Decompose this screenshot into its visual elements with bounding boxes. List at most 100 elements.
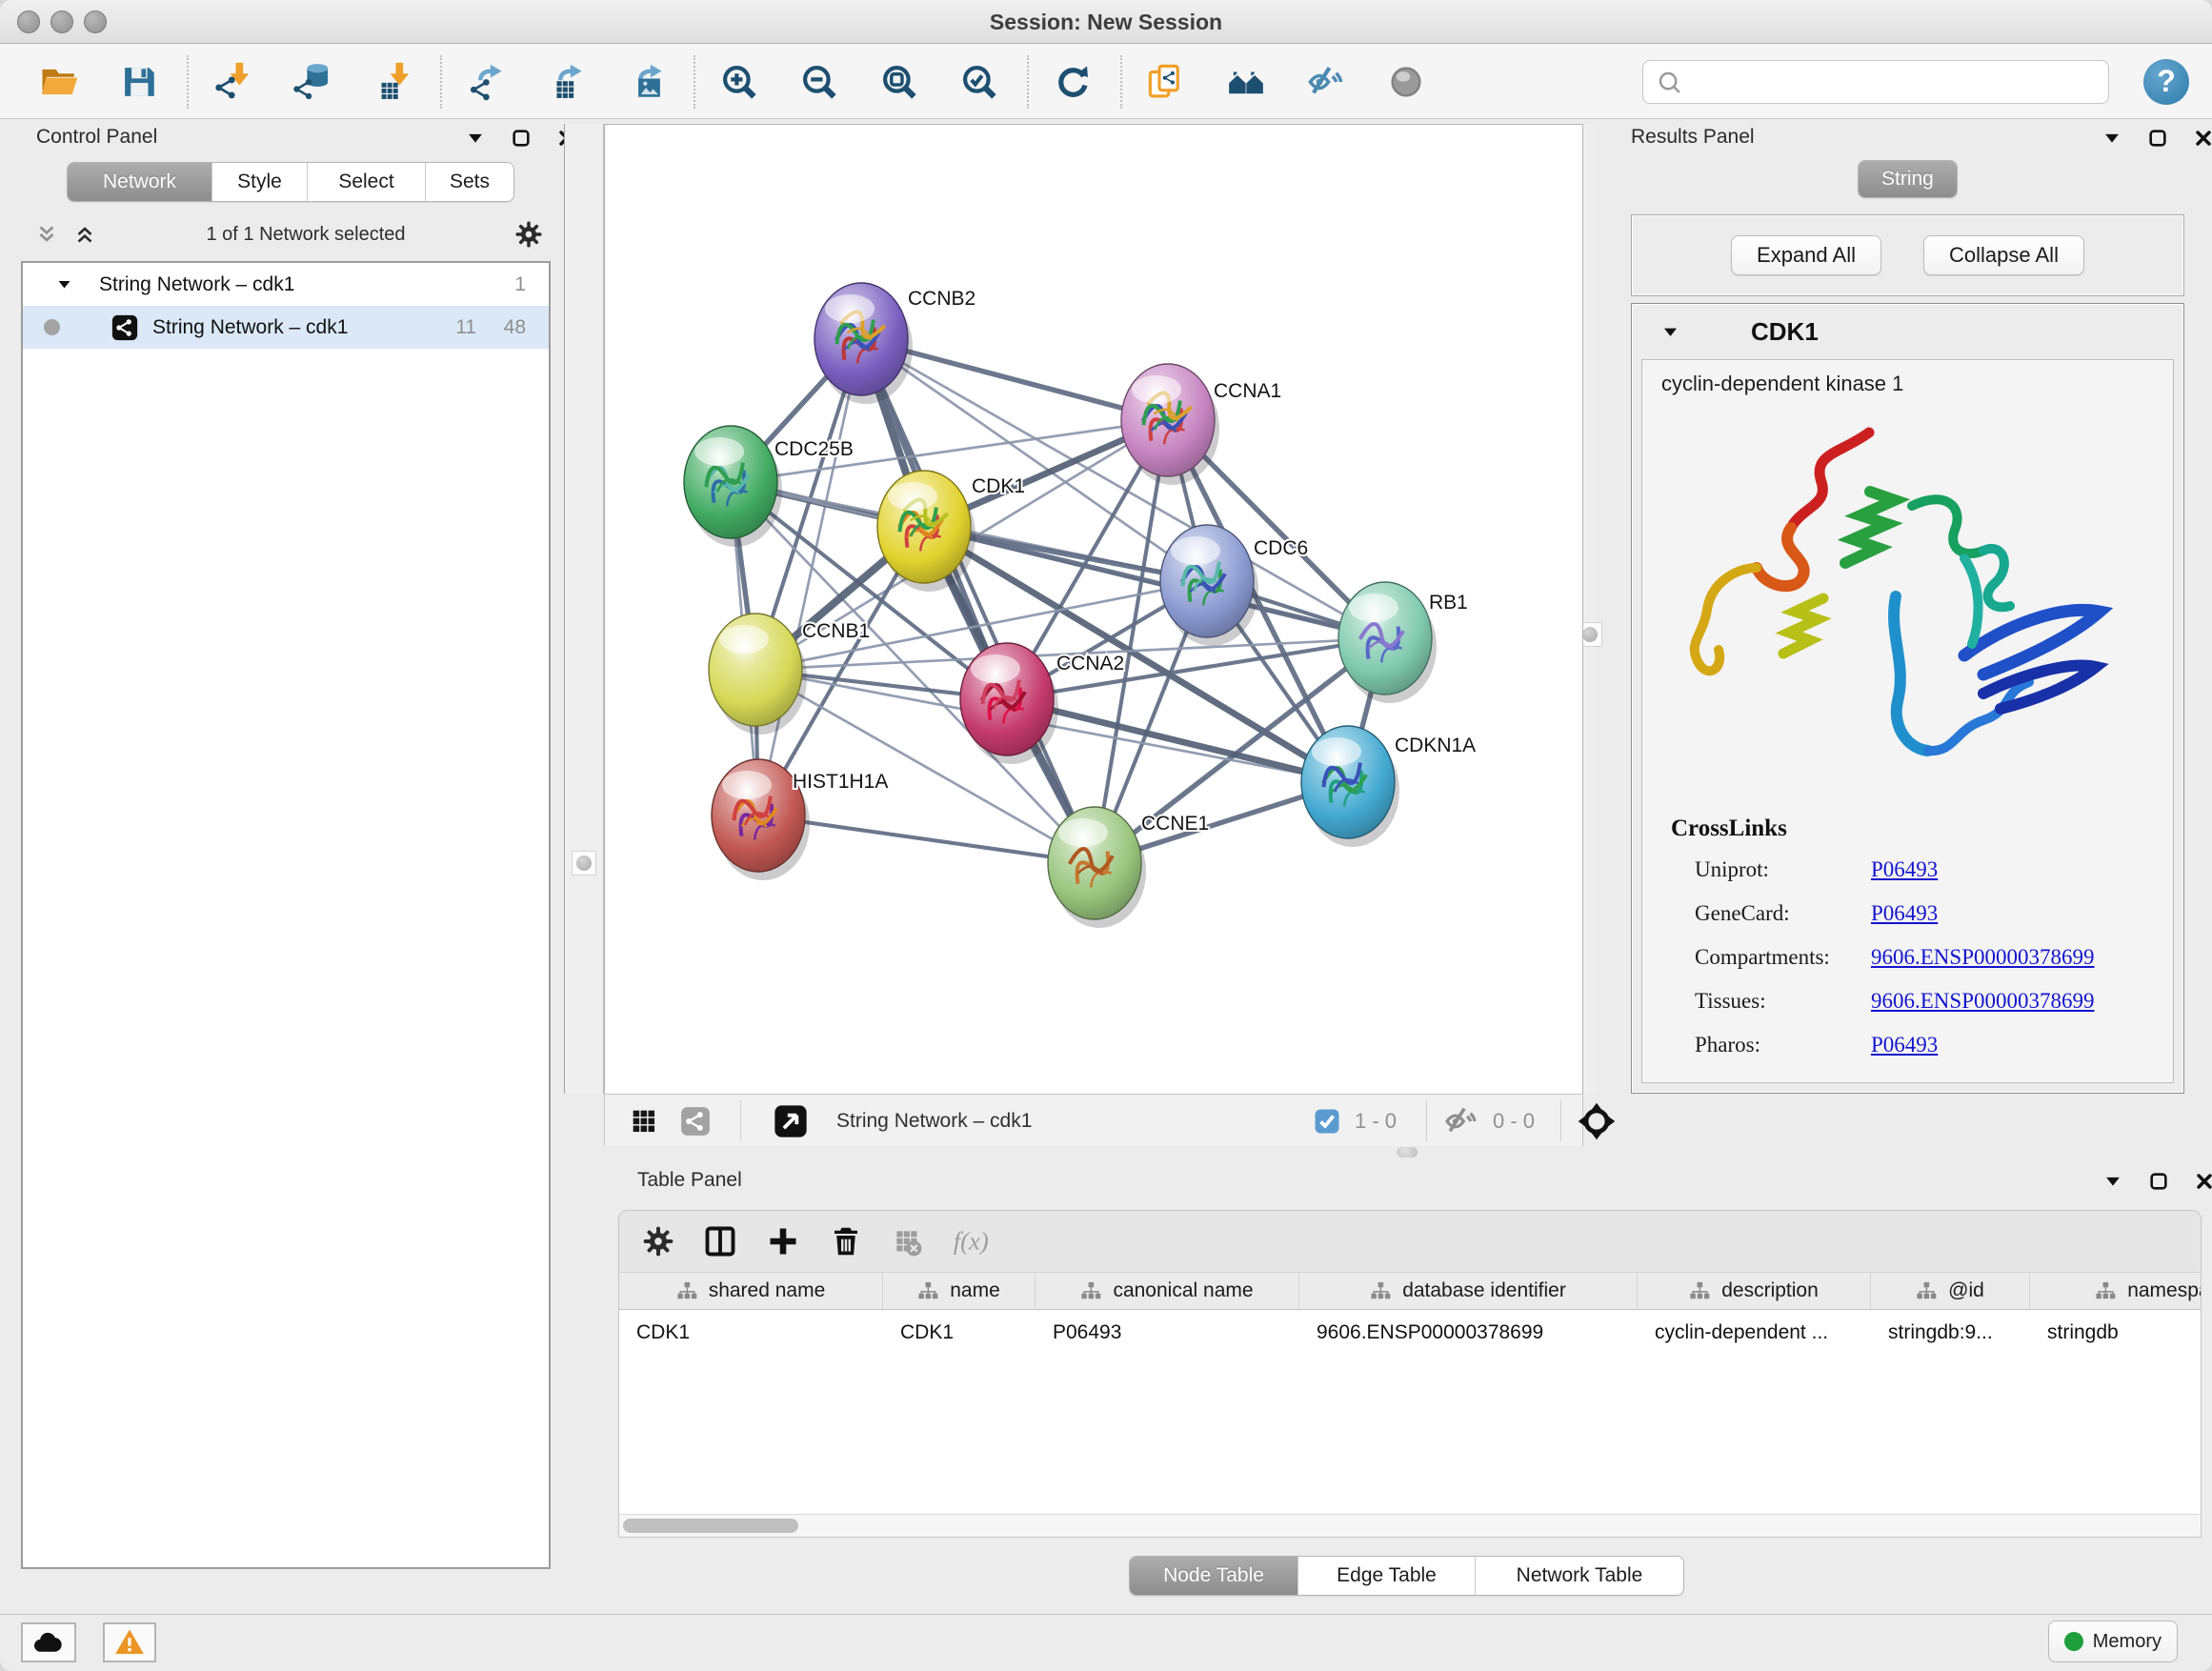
node-CCNB1[interactable]: CCNB1 [709, 614, 870, 735]
node-HIST1H1A[interactable]: HIST1H1A [712, 759, 888, 880]
zoom-selected-button[interactable] [953, 54, 1006, 110]
crosslink-link[interactable]: P06493 [1871, 1033, 1938, 1057]
help-button[interactable]: ? [2143, 59, 2189, 105]
crosslink-link[interactable]: P06493 [1871, 901, 1938, 926]
scrollbar-thumb[interactable] [623, 1519, 798, 1533]
node-CDKN1A[interactable]: CDKN1A [1301, 726, 1476, 847]
network-collection-row[interactable]: String Network – cdk1 1 [23, 263, 549, 306]
memory-button[interactable]: Memory [2048, 1621, 2178, 1662]
network-label: String Network – cdk1 [152, 316, 348, 339]
crosslink-link[interactable]: 9606.ENSP00000378699 [1871, 945, 2095, 970]
column-type-icon [2095, 1280, 2116, 1301]
delete-column-icon[interactable] [829, 1224, 863, 1258]
expand-all-networks-icon[interactable] [72, 222, 97, 247]
warnings-button[interactable] [103, 1622, 156, 1662]
column-header-namespace[interactable]: namespace [2030, 1273, 2202, 1309]
column-header-name[interactable]: name [883, 1273, 1036, 1309]
tab-select[interactable]: Select [308, 163, 426, 201]
table-panel-collapse-icon[interactable] [2102, 1171, 2123, 1192]
import-network-from-database-button[interactable] [286, 54, 339, 110]
network-options-gear-icon[interactable] [514, 220, 543, 249]
open-session-button[interactable] [32, 54, 86, 110]
column-type-icon [917, 1280, 938, 1301]
memory-status-dot [2064, 1632, 2083, 1651]
tab-string[interactable]: String [1859, 161, 1957, 197]
show-all-button[interactable] [1379, 54, 1433, 110]
first-neighbors-button[interactable] [1219, 54, 1273, 110]
birds-eye-view-icon[interactable] [773, 1095, 809, 1147]
tasks-cloud-button[interactable] [21, 1622, 76, 1662]
results-panel-float-icon[interactable] [2147, 128, 2168, 149]
export-image-button[interactable] [619, 54, 673, 110]
tab-node-table[interactable]: Node Table [1130, 1557, 1298, 1595]
collapse-all-networks-icon[interactable] [34, 222, 59, 247]
gene-collapse-triangle-icon[interactable] [1660, 322, 1680, 342]
column-header-database-identifier[interactable]: database identifier [1299, 1273, 1638, 1309]
control-panel-collapse-icon[interactable] [465, 128, 486, 149]
table-row[interactable]: CDK1CDK1P064939606.ENSP00000378699cyclin… [619, 1310, 2201, 1356]
tab-network-table[interactable]: Network Table [1476, 1557, 1683, 1595]
gene-details: cyclin-dependent kinase 1 [1641, 359, 2174, 1083]
right-splitter[interactable] [1583, 124, 1596, 1094]
crosslink-link[interactable]: P06493 [1871, 857, 1938, 882]
results-panel-collapse-icon[interactable] [2101, 128, 2122, 149]
results-panel-close-icon[interactable] [2193, 128, 2212, 149]
hidden-eye-icon[interactable] [1443, 1095, 1479, 1147]
table-cell: stringdb [2030, 1321, 2202, 1344]
tab-style[interactable]: Style [212, 163, 308, 201]
node-label-CCNB1: CCNB1 [802, 620, 870, 642]
node-CCNE1[interactable]: CCNE1 [1048, 807, 1209, 928]
crosslink-link[interactable]: 9606.ENSP00000378699 [1871, 989, 2095, 1014]
zoom-out-button[interactable] [793, 54, 846, 110]
tab-edge-table[interactable]: Edge Table [1298, 1557, 1476, 1595]
refresh-view-button[interactable] [1046, 54, 1099, 110]
svg-text:f(x): f(x) [954, 1226, 989, 1255]
tab-network[interactable]: Network [68, 163, 212, 201]
left-splitter[interactable] [564, 124, 604, 1094]
control-panel-tabs: NetworkStyleSelectSets [67, 162, 514, 202]
edge-CCNB2-CCNE1[interactable] [861, 339, 1095, 863]
table-panel-close-icon[interactable] [2194, 1171, 2212, 1192]
export-network-to-file-button[interactable] [459, 54, 513, 110]
collection-expand-triangle-icon[interactable] [55, 275, 73, 293]
control-panel: Control Panel NetworkStyleSelectSets 1 o… [8, 124, 564, 1591]
network-view-canvas[interactable]: CCNB2 CCNA1 CDC25B CDK1 CDC6 RB1 CCNB1 C… [604, 124, 1583, 1094]
copy-network-button[interactable] [1139, 54, 1193, 110]
grid-view-icon[interactable] [628, 1095, 660, 1147]
import-network-from-file-button[interactable] [206, 54, 259, 110]
table-options-gear-icon[interactable] [642, 1225, 674, 1258]
edge-CCNB2-HIST1H1A[interactable] [758, 339, 861, 815]
column-header-canonical-name[interactable]: canonical name [1036, 1273, 1299, 1309]
network-view-icon[interactable] [679, 1095, 712, 1147]
export-table-to-file-button[interactable] [539, 54, 593, 110]
node-CCNA2[interactable]: CCNA2 [960, 643, 1124, 764]
column-header--id[interactable]: @id [1871, 1273, 2030, 1309]
selected-checkbox-icon[interactable] [1313, 1095, 1341, 1147]
node-CCNA1[interactable]: CCNA1 [1121, 364, 1281, 485]
control-panel-float-icon[interactable] [511, 128, 532, 149]
hide-selected-button[interactable] [1299, 54, 1353, 110]
horizontal-splitter-grip[interactable] [1397, 1147, 1418, 1158]
expand-all-button[interactable]: Expand All [1731, 235, 1881, 275]
current-network-title: String Network – cdk1 [836, 1095, 1032, 1147]
node-CCNB2[interactable]: CCNB2 [814, 283, 975, 404]
column-header-shared-name[interactable]: shared name [619, 1273, 883, 1309]
collapse-all-button[interactable]: Collapse All [1923, 235, 2084, 275]
zoom-fit-content-button[interactable] [873, 54, 926, 110]
import-table-from-file-button[interactable] [366, 54, 419, 110]
zoom-in-button[interactable] [713, 54, 766, 110]
table-panel-float-icon[interactable] [2148, 1171, 2169, 1192]
gene-header[interactable]: CDK1 [1632, 304, 2183, 359]
save-session-button[interactable] [112, 54, 166, 110]
left-splitter-grip[interactable] [572, 851, 596, 876]
tab-sets[interactable]: Sets [426, 163, 513, 201]
table-horizontal-scrollbar[interactable] [619, 1514, 2201, 1537]
column-type-icon [1689, 1280, 1710, 1301]
node-RB1[interactable]: RB1 [1338, 582, 1468, 703]
show-columns-icon[interactable] [703, 1224, 737, 1258]
node-CDC6[interactable]: CDC6 [1160, 525, 1308, 646]
column-header-description[interactable]: description [1638, 1273, 1871, 1309]
search-input[interactable] [1642, 60, 2109, 104]
network-row-selected[interactable]: String Network – cdk1 11 48 [23, 306, 549, 349]
create-column-icon[interactable] [766, 1224, 800, 1258]
